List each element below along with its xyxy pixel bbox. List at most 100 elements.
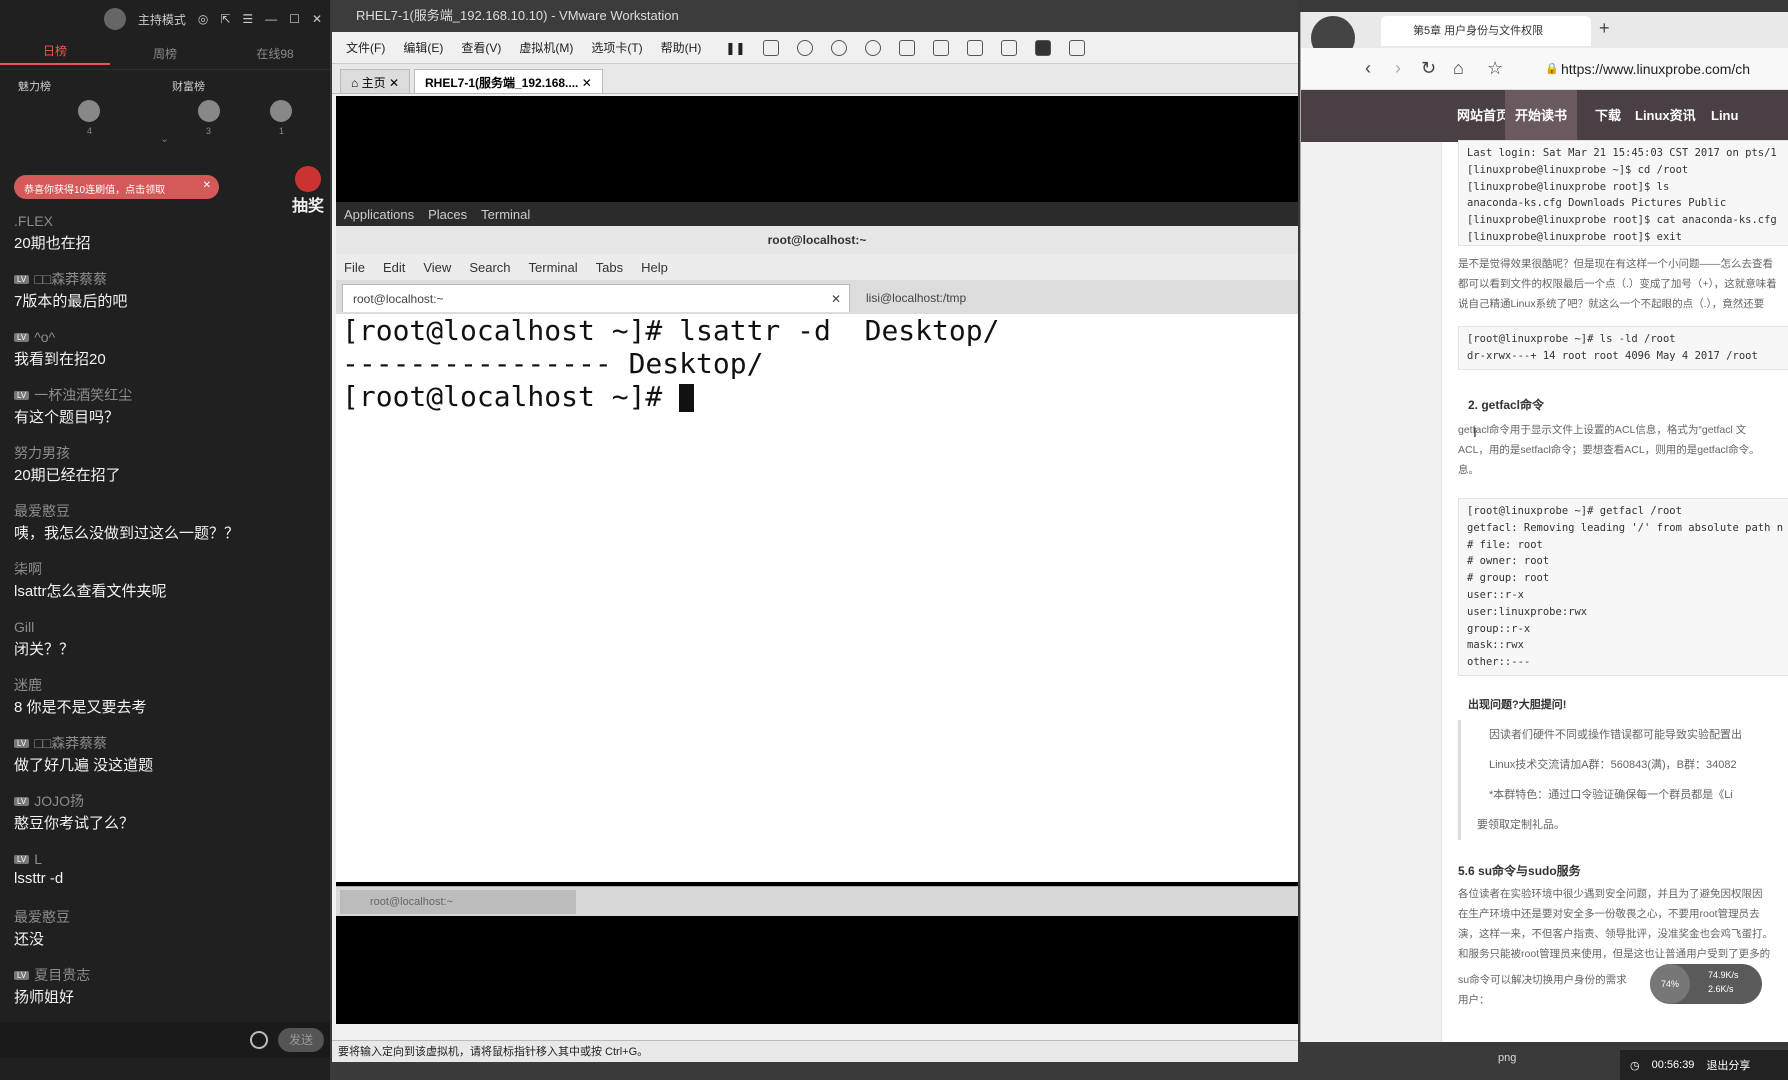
terminal-output[interactable]: [root@localhost ~]# lsattr -d Desktop/ -…: [336, 314, 1298, 882]
chat-message: 最爱憨豆 还没: [14, 906, 324, 964]
avatar[interactable]: [198, 100, 220, 122]
bookmark-star-icon[interactable]: ☆: [1487, 58, 1503, 79]
settings-icon[interactable]: ◎: [198, 12, 208, 26]
terminal-titlebar: root@localhost:~: [336, 226, 1298, 254]
chevron-down-icon[interactable]: ⌄: [160, 132, 169, 145]
term-tab-root[interactable]: root@localhost:~ ✕: [342, 284, 850, 312]
maximize-icon[interactable]: ☐: [289, 12, 300, 26]
nav-linux-news[interactable]: Linux资讯: [1625, 90, 1706, 142]
chat-username[interactable]: 一杯浊酒笑红尘: [34, 385, 132, 405]
chat-username[interactable]: □□森莽蔡蔡: [34, 733, 107, 753]
chat-username[interactable]: 最爱憨豆: [14, 907, 70, 927]
vmware-menubar: 文件(F) 编辑(E) 查看(V) 虚拟机(M) 选项卡(T) 帮助(H) ❚❚: [332, 32, 1298, 64]
browser-tab[interactable]: 第5章 用户身份与文件权限: [1381, 16, 1591, 46]
wealth-rank-label[interactable]: 财富榜: [172, 78, 205, 94]
reward-banner[interactable]: 恭喜你获得10连刷值，点击领取 ✕: [14, 175, 219, 199]
send-button[interactable]: 发送: [278, 1028, 324, 1052]
fullscreen-icon[interactable]: [967, 39, 984, 56]
menu-tabs[interactable]: 选项卡(T): [591, 39, 642, 56]
close-icon[interactable]: ✕: [831, 285, 841, 313]
emoji-icon[interactable]: [250, 1031, 268, 1049]
home-icon[interactable]: ⌂: [1453, 58, 1464, 79]
vm-display[interactable]: Applications Places Terminal root@localh…: [336, 96, 1298, 1024]
menu-edit[interactable]: 编辑(E): [403, 39, 443, 56]
network-speed-widget[interactable]: 74% 74.9K/s 2.6K/s: [1650, 964, 1762, 1004]
menu-icon[interactable]: ☰: [242, 12, 253, 26]
external-link-icon[interactable]: ⇱: [220, 12, 230, 26]
forward-icon[interactable]: ›: [1395, 58, 1401, 79]
terminal-app-menu[interactable]: Terminal: [481, 207, 530, 222]
chat-text: 闭关？？: [14, 641, 75, 658]
term-menu-terminal[interactable]: Terminal: [529, 260, 578, 275]
applications-menu[interactable]: Applications: [344, 207, 414, 222]
chat-username[interactable]: Gill: [14, 619, 34, 635]
new-tab-icon[interactable]: +: [1599, 18, 1610, 39]
places-menu[interactable]: Places: [428, 207, 467, 222]
tab-rhel7[interactable]: RHEL7-1(服务端_192.168.... ✕: [414, 69, 603, 93]
unity-icon[interactable]: [1001, 39, 1018, 56]
chat-username[interactable]: JOJO扬: [34, 791, 84, 811]
pause-icon[interactable]: ❚❚: [725, 41, 745, 55]
address-bar[interactable]: 🔒 https://www.linuxprobe.com/ch: [1541, 56, 1788, 82]
chat-text: 我看到在招20: [14, 351, 106, 368]
chat-username-row: LV □□森莽蔡蔡: [14, 732, 324, 754]
taskbar-terminal-item[interactable]: root@localhost:~: [340, 890, 576, 914]
chat-username[interactable]: 努力男孩: [14, 443, 70, 463]
menu-view[interactable]: 查看(V): [461, 39, 501, 56]
chat-username[interactable]: □□森莽蔡蔡: [34, 269, 107, 289]
minimize-icon[interactable]: —: [265, 12, 277, 26]
chat-username-row: LV 夏目贵志: [14, 964, 324, 986]
stretch-icon[interactable]: [1069, 39, 1086, 56]
menu-file[interactable]: 文件(F): [346, 39, 385, 56]
sidebar-toggle-icon[interactable]: [899, 39, 916, 56]
nav-start-reading[interactable]: 开始读书: [1505, 90, 1578, 142]
article-paragraph: 是不是觉得效果很酷呢？但是现在有这样一个小问题——怎么去查看 都可以看到文件的权…: [1458, 258, 1777, 310]
close-icon[interactable]: ✕: [203, 180, 211, 191]
nav-linux-more[interactable]: Linu: [1701, 90, 1748, 142]
tab-online[interactable]: 在线98: [220, 45, 330, 62]
chat-username[interactable]: .FLEX: [14, 213, 53, 229]
restore-snapshot-icon[interactable]: [831, 39, 848, 56]
menu-help[interactable]: 帮助(H): [661, 39, 702, 56]
console-view-icon[interactable]: [933, 39, 950, 56]
term-menu-edit[interactable]: Edit: [383, 260, 405, 275]
term-tab-lisi[interactable]: lisi@localhost:/tmp: [856, 284, 1296, 312]
chat-username[interactable]: 柒啊: [14, 559, 42, 579]
back-icon[interactable]: ‹: [1365, 58, 1371, 79]
download-speed: 2.6K/s: [1708, 984, 1734, 994]
chat-username-row: LV L: [14, 848, 324, 870]
snapshot-icon[interactable]: [797, 39, 814, 56]
chat-username[interactable]: 迷鹿: [14, 675, 42, 695]
term-menu-help[interactable]: Help: [641, 260, 668, 275]
chat-username[interactable]: L: [34, 851, 42, 867]
host-avatar[interactable]: [103, 8, 126, 30]
exit-share-button[interactable]: 退出分享: [1706, 1057, 1750, 1073]
terminal-icon[interactable]: [1035, 39, 1052, 56]
term-menu-tabs[interactable]: Tabs: [596, 260, 623, 275]
chat-panel: 主持模式 ◎ ⇱ ☰ — ☐ ✕ 日榜 周榜 在线98 魅力榜 财富榜 4 3 …: [0, 0, 330, 1080]
tab-weekly[interactable]: 周榜: [110, 45, 220, 62]
menu-vm[interactable]: 虚拟机(M): [519, 39, 573, 56]
chat-username[interactable]: 最爱憨豆: [14, 501, 70, 521]
tab-daily[interactable]: 日榜: [0, 42, 110, 65]
vmware-titlebar: RHEL7-1(服务端_192.168.10.10) - VMware Work…: [332, 0, 1298, 32]
chat-username-row: 最爱憨豆: [14, 500, 324, 522]
close-icon[interactable]: ✕: [312, 12, 322, 26]
term-menu-view[interactable]: View: [423, 260, 451, 275]
term-menu-search[interactable]: Search: [469, 260, 510, 275]
terminal-cursor: [679, 384, 695, 412]
reload-icon[interactable]: ↻: [1421, 58, 1436, 79]
send-keys-icon[interactable]: [763, 39, 780, 56]
chat-username[interactable]: 夏目贵志: [34, 965, 90, 985]
section-heading: 2. getfacl命令: [1468, 398, 1545, 412]
term-menu-file[interactable]: File: [344, 260, 365, 275]
charm-rank-label[interactable]: 魅力榜: [18, 78, 51, 94]
tab-home[interactable]: ⌂ 主页 ✕: [340, 69, 410, 93]
chat-message: LV 夏目贵志 扬师姐好: [14, 964, 324, 1022]
snapshot-manager-icon[interactable]: [865, 39, 882, 56]
lottery-button[interactable]: 抽奖: [288, 166, 328, 215]
avatar[interactable]: [270, 100, 292, 122]
avatar[interactable]: [78, 100, 100, 122]
chat-username[interactable]: ^o^: [34, 329, 55, 345]
chat-message: LV □□森莽蔡蔡 做了好几遍 没这道题: [14, 732, 324, 790]
